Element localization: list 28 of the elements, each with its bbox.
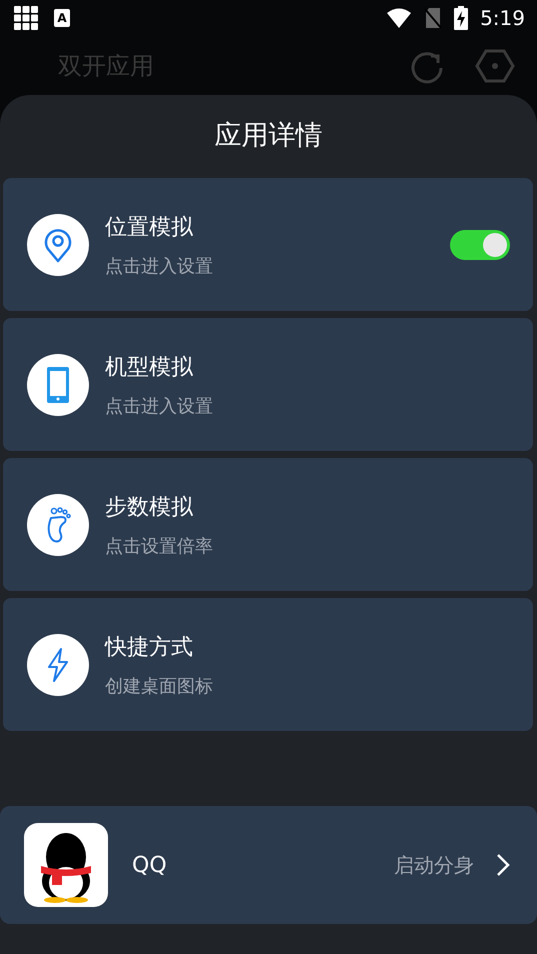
option-subtitle: 点击进入设置 — [105, 394, 214, 418]
sheet-title: 应用详情 — [214, 119, 324, 153]
battery-charging-icon — [454, 6, 468, 30]
keyboard-icon: A — [54, 9, 70, 27]
option-title: 步数模拟 — [105, 494, 194, 522]
app-name: QQ — [132, 852, 167, 878]
toggle-switch[interactable] — [450, 230, 510, 260]
phone-icon — [47, 366, 69, 402]
lightning-icon — [46, 648, 70, 682]
option-title: 机型模拟 — [105, 354, 194, 382]
wifi-icon — [386, 8, 412, 28]
option-card[interactable]: 步数模拟 点击设置倍率 — [3, 458, 533, 591]
chevron-right-icon — [496, 853, 510, 877]
app-icon — [24, 823, 108, 907]
app-card[interactable]: QQ 启动分身 — [0, 806, 537, 924]
option-subtitle: 点击进入设置 — [105, 254, 214, 278]
option-card[interactable]: 快捷方式 创建桌面图标 — [3, 598, 533, 731]
option-subtitle: 创建桌面图标 — [105, 674, 214, 698]
location-pin-icon — [43, 226, 73, 262]
option-title: 位置模拟 — [105, 214, 194, 242]
option-card[interactable]: 位置模拟 点击进入设置 — [3, 178, 533, 311]
status-time: 5:19 — [480, 6, 525, 30]
no-sim-icon — [424, 7, 442, 29]
option-subtitle: 点击设置倍率 — [105, 534, 214, 558]
app-grid-icon — [14, 6, 38, 30]
option-card[interactable]: 机型模拟 点击进入设置 — [3, 318, 533, 451]
option-title: 快捷方式 — [105, 634, 194, 662]
launch-clone-label: 启动分身 — [394, 852, 474, 878]
